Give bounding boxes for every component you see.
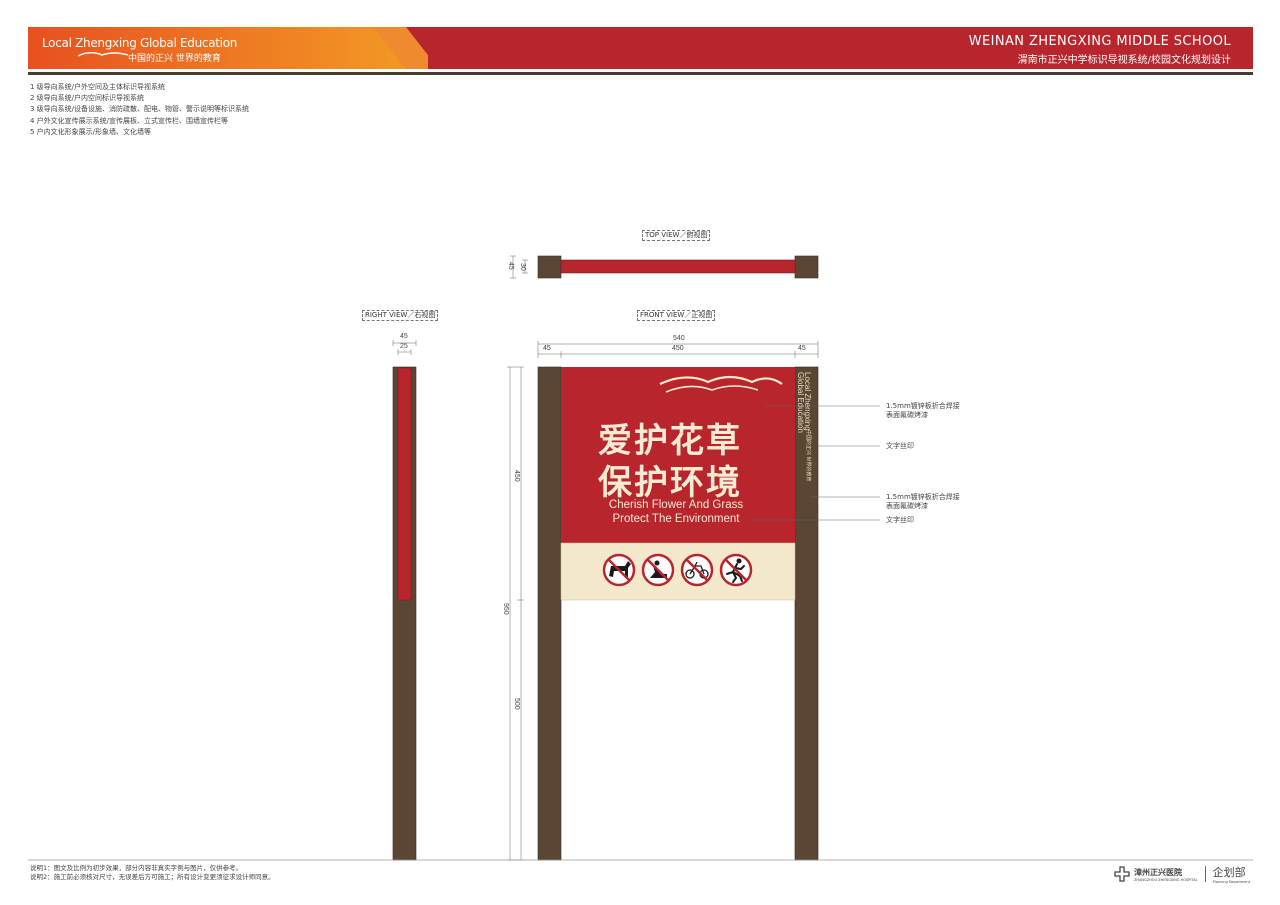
annotation-post-material: 1.5mm镀锌板折合焊接 表面氟碳烤漆	[886, 493, 960, 510]
dim-side-total: 45	[400, 333, 408, 340]
annotation-silkscreen: 文字丝印	[886, 442, 914, 450]
annotation-text-print: 文字丝印	[886, 516, 914, 524]
right-view	[392, 340, 417, 861]
footer-notes: 说明1：图文及比例为初步效果，部分内容非真实字例与图片，仅供参考。 说明2：施工…	[30, 864, 275, 882]
footer-department-en: Planning Department	[1212, 880, 1250, 884]
dim-top-total: 45	[507, 262, 514, 270]
post-brand-cn: 中国的正兴 世界的教育	[805, 430, 811, 482]
dim-side-inner: 25	[400, 343, 408, 350]
no-cycling-icon	[680, 553, 714, 587]
footer-note: 说明1：图文及比例为初步效果，部分内容非真实字例与图片，仅供参考。	[30, 864, 243, 872]
dim-height-bottom: 500	[513, 698, 520, 710]
dim-front-right: 45	[798, 345, 806, 352]
dim-top-inner: 30	[519, 263, 526, 271]
sign-english-line1: Cherish Flower And Grass	[608, 499, 744, 511]
footer-separator	[1204, 866, 1206, 882]
sign-title-line2: 保护环境	[598, 463, 742, 503]
footer-note: 说明2：施工前必须核对尺寸，无误差后方可施工；所有设计变更须征求设计师同意。	[30, 873, 275, 881]
dim-height-total: 950	[502, 603, 509, 615]
dim-front-mid: 450	[672, 345, 684, 352]
dim-front-left: 45	[543, 345, 551, 352]
footer-department: 企划部	[1212, 866, 1246, 879]
no-trampling-icon	[641, 553, 675, 587]
footer-hospital: 漳州正兴医院	[1134, 867, 1182, 877]
dim-front-total: 540	[673, 335, 685, 342]
footer-logo: 漳州正兴医院 ZHANGZHOU ZHENGXING HOSPITAL 企划部 …	[1114, 864, 1250, 884]
footer-hospital-en: ZHANGZHOU ZHENGXING HOSPITAL	[1134, 877, 1198, 882]
no-running-icon	[719, 553, 753, 587]
post-brand-line2: Global Education	[796, 372, 805, 433]
sign-english-line2: Protect The Environment	[612, 513, 740, 525]
annotation-panel-material: 1.5mm镀锌板折合焊接 表面氟碳烤漆	[886, 402, 960, 419]
no-dogs-icon	[602, 553, 636, 587]
top-view	[510, 255, 819, 279]
hospital-cross-icon	[1114, 866, 1130, 882]
dim-height-panel: 450	[513, 470, 520, 482]
